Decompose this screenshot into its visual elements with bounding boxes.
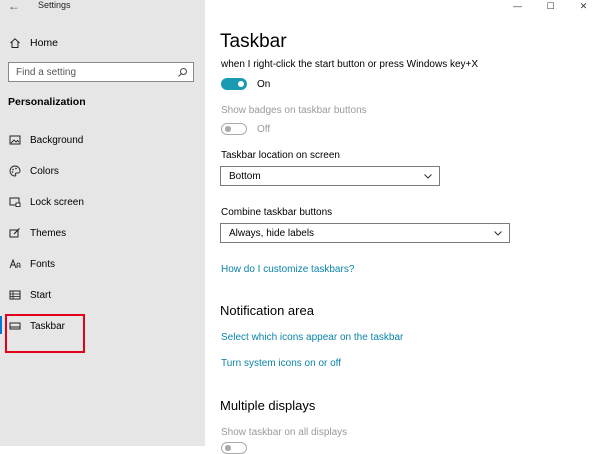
combine-label: Combine taskbar buttons [221,207,333,218]
show-all-displays-label: Show taskbar on all displays [221,427,348,438]
sidebar-item-lock-screen[interactable]: Lock screen [8,192,84,212]
sidebar-item-colors[interactable]: Colors [8,161,59,181]
page-title: Taskbar [220,31,287,52]
app-title: Settings [38,0,71,10]
badges-label: Show badges on taskbar buttons [221,105,367,116]
picture-icon [8,133,22,147]
section-heading: Personalization [8,96,86,108]
location-label: Taskbar location on screen [221,150,340,161]
highlight-box [5,314,85,353]
sidebar-item-label: Background [30,134,84,146]
notification-area-heading: Notification area [220,303,314,318]
sidebar-item-fonts[interactable]: Fonts [8,254,55,274]
search-icon[interactable] [175,65,189,79]
sidebar-item-label: Fonts [30,258,56,270]
winx-toggle-state: On [257,79,271,90]
font-icon [8,257,22,271]
home-icon [8,36,22,50]
chevron-down-icon [491,226,505,240]
brush-icon [8,226,22,240]
close-button[interactable]: ✕ [567,0,600,12]
sidebar: ← Settings Home Personalization Backgrou… [0,0,205,446]
selected-indicator [0,316,2,334]
home-nav-item[interactable]: Home [8,34,58,52]
location-dropdown[interactable]: Bottom [220,166,440,186]
combine-value: Always, hide labels [229,227,315,239]
sidebar-item-label: Colors [30,165,59,177]
select-icons-link[interactable]: Select which icons appear on the taskbar [221,332,403,343]
toggle-knob [238,81,244,87]
start-grid-icon [8,288,22,302]
title-bar: ← Settings [0,0,205,18]
window-controls: — ☐ ✕ [501,0,600,12]
sidebar-item-themes[interactable]: Themes [8,223,66,243]
combine-dropdown[interactable]: Always, hide labels [220,223,510,243]
search-input[interactable] [9,65,175,79]
home-label: Home [30,37,59,49]
multiple-displays-heading: Multiple displays [220,398,316,413]
lock-screen-icon [8,195,22,209]
chevron-down-icon [421,169,435,183]
main-content: — ☐ ✕ Taskbar when I right-click the sta… [205,0,600,454]
settings-window: ← Settings Home Personalization Backgrou… [0,0,600,454]
maximize-button[interactable]: ☐ [534,0,567,12]
sidebar-item-label: Themes [30,227,67,239]
system-icons-link[interactable]: Turn system icons on or off [221,358,341,369]
badges-toggle-state: Off [257,124,271,135]
winx-description: when I right-click the start button or p… [221,59,479,70]
customize-taskbars-link[interactable]: How do I customize taskbars? [221,264,354,275]
sidebar-item-label: Start [30,289,52,301]
location-value: Bottom [229,170,261,182]
minimize-button[interactable]: — [501,0,534,12]
sidebar-item-background[interactable]: Background [8,130,83,150]
toggle-knob [225,126,231,132]
back-button[interactable]: ← [8,0,20,13]
palette-icon [8,164,22,178]
sidebar-item-start[interactable]: Start [8,285,51,305]
show-all-displays-toggle[interactable] [221,442,247,454]
search-box[interactable] [8,62,194,82]
sidebar-item-label: Lock screen [30,196,84,208]
badges-toggle[interactable] [221,123,247,135]
winx-toggle[interactable] [221,78,247,90]
